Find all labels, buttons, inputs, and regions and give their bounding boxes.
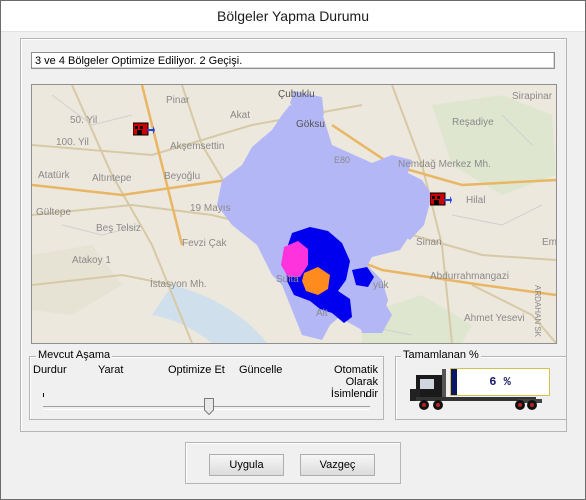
map-label: Beyoğlu (164, 171, 201, 182)
map-label: Reşadiye (452, 117, 494, 128)
stage-label: Yarat (98, 364, 124, 376)
map-label: Abdurrahmangazi (430, 271, 509, 282)
status-text: 3 ve 4 Bölgeler Optimize Ediliyor. 2 Geç… (31, 52, 555, 69)
map-label: Göksu (296, 119, 325, 130)
map-label: 100. Yil (56, 137, 89, 148)
stage-label: Durdur (33, 364, 67, 376)
map-label: Pinar (166, 95, 190, 106)
map-label: Beş Telsiz (96, 223, 141, 234)
cancel-button[interactable]: Vazgeç (300, 454, 375, 476)
apply-button[interactable]: Uygula (209, 454, 284, 476)
map-label: Çubuklu (278, 89, 315, 100)
stage-label: Optimize Et (168, 364, 225, 376)
progress-group-legend: Tamamlanan % (401, 349, 481, 361)
window-title: Bölgeler Yapma Durumu (216, 8, 369, 24)
map-view[interactable]: Pinar Çubuklu Sirapinar 50. Yil Akat Gök… (31, 84, 557, 344)
stage-group-legend: Mevcut Aşama (36, 349, 113, 361)
map-label: Akat (230, 110, 251, 121)
map-label: E80 (334, 155, 351, 165)
map-label: Fevzi Çak (182, 238, 227, 249)
map-label: Altıntepe (92, 173, 132, 184)
map-label: ARDAHAN SK (533, 285, 542, 338)
map-label: Hilal (466, 195, 486, 206)
map-label: Akşemsettin (170, 141, 225, 152)
map-label: yük (373, 280, 389, 291)
map-label: Alt (316, 308, 328, 319)
map-label: Sulta (276, 274, 299, 285)
map-label: Atatürk (38, 170, 70, 181)
map-label: Sinan (416, 237, 442, 248)
progress-percent-text: 6 % (489, 375, 511, 389)
stage-label: Güncelle (239, 364, 283, 376)
slider-tick (43, 393, 44, 397)
map-label: 50. Yil (70, 115, 98, 126)
map-label: Sirapinar (512, 91, 553, 102)
slider-tick (366, 393, 367, 397)
progress-bar: 6 % (450, 368, 550, 396)
map-label: Em (542, 237, 557, 248)
map-label: İstasyon Mh. (150, 279, 207, 290)
map-label: 19 Mayıs (190, 203, 231, 214)
depot-icon[interactable] (133, 121, 155, 137)
depot-icon[interactable] (430, 191, 452, 207)
stage-slider-thumb[interactable] (204, 398, 214, 415)
map-label: Ahmet Yesevi (464, 313, 525, 324)
title-bar[interactable]: Bölgeler Yapma Durumu (1, 1, 585, 32)
map-label: Nemdağ Merkez Mh. (398, 159, 491, 170)
map-label: Atakoy 1 (72, 255, 111, 266)
map-label: Gültepe (36, 207, 72, 218)
